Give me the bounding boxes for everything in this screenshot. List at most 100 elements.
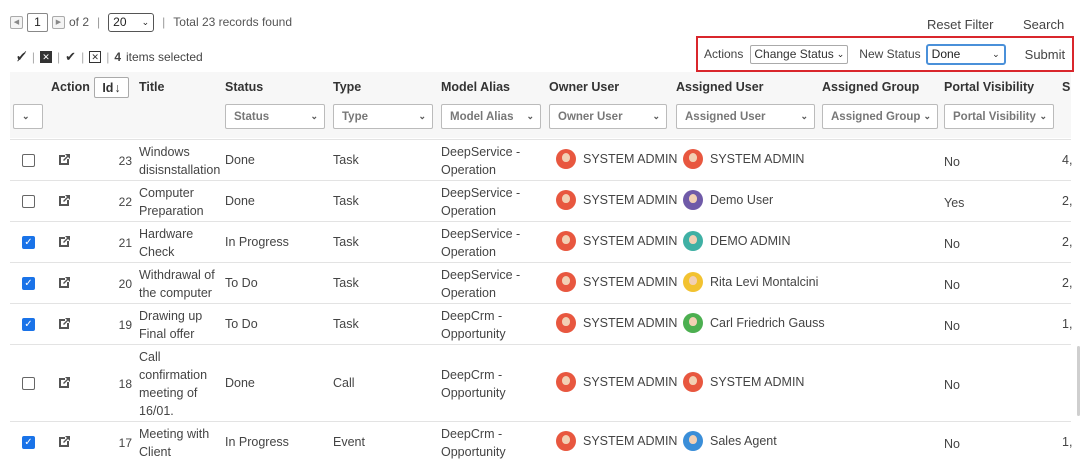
avatar — [556, 271, 576, 292]
avatar — [683, 430, 703, 451]
check-icon[interactable]: ✔ — [65, 49, 76, 65]
row-checkbox[interactable]: ✓ — [22, 235, 35, 249]
col-id: Id — [102, 80, 114, 95]
row-title-line: Final offer — [139, 326, 195, 341]
sort-down-icon: ↓ — [114, 80, 121, 95]
row-assigned-user: Demo User — [683, 189, 773, 210]
portal-visibility-filter-placeholder: Portal Visibility — [953, 110, 1036, 123]
row-title[interactable]: Call confirmation meeting of 16/01. — [139, 348, 221, 420]
col-assigned-user[interactable]: Assigned User — [676, 80, 764, 94]
table-header: Action Id ↓ Title Status Type Model Alia… — [10, 72, 1071, 102]
row-status: To Do — [225, 275, 258, 290]
page-size-select[interactable]: 20 ⌄ — [108, 12, 155, 32]
avatar — [556, 189, 576, 210]
next-page-icon[interactable]: ▶ — [52, 15, 65, 29]
row-extra: 2, — [1062, 234, 1072, 249]
owner-name: SYSTEM ADMIN — [583, 374, 678, 389]
col-portal-visibility[interactable]: Portal Visibility — [944, 80, 1034, 94]
portal-visibility-filter[interactable]: Portal Visibility ⌄ — [944, 104, 1054, 129]
row-filter-select[interactable]: ⌄ — [13, 104, 43, 129]
row-extra: 4, — [1062, 152, 1072, 167]
deselect-all-icon[interactable]: ✕ — [40, 51, 53, 63]
assigned-group-filter[interactable]: Assigned Group ⌄ — [822, 104, 938, 129]
chevron-down-icon: ⌄ — [836, 48, 845, 59]
selection-toolbar: ✔̸ | ✕ | ✔ | ✕ | 4 items selected — [16, 49, 203, 65]
edit-icon[interactable] — [56, 193, 72, 209]
edit-icon[interactable] — [56, 234, 72, 250]
edit-icon[interactable] — [56, 275, 72, 291]
owner-user-filter[interactable]: Owner User ⌄ — [549, 104, 667, 129]
model-alias-filter[interactable]: Model Alias ⌄ — [441, 104, 541, 129]
row-owner-user: SYSTEM ADMIN — [556, 230, 677, 251]
row-assigned-user: SYSTEM ADMIN — [683, 371, 804, 392]
row-title[interactable]: Hardware Check — [139, 225, 221, 261]
row-title-line: the computer — [139, 285, 212, 300]
row-title[interactable]: Computer Preparation — [139, 184, 221, 220]
model-alias-filter-placeholder: Model Alias — [450, 110, 514, 123]
page-count: of 2 — [69, 15, 90, 29]
assigned-user-filter[interactable]: Assigned User ⌄ — [676, 104, 815, 129]
row-checkbox[interactable] — [22, 153, 35, 167]
row-id: 18 — [118, 376, 132, 391]
assigned-user-filter-placeholder: Assigned User — [685, 110, 766, 123]
table-row: ✓ 17 Meeting with Client In Progress Event Dee… — [10, 421, 1072, 462]
col-model-alias[interactable]: Model Alias — [441, 80, 510, 94]
owner-name: SYSTEM ADMIN — [583, 315, 678, 330]
col-owner-user[interactable]: Owner User — [549, 80, 619, 94]
avatar — [683, 230, 703, 251]
edit-icon[interactable] — [56, 375, 72, 391]
row-title[interactable]: Drawing up Final offer — [139, 307, 221, 343]
chevron-down-icon: ⌄ — [652, 111, 660, 121]
row-type: Task — [333, 193, 359, 208]
divider: | — [162, 15, 166, 29]
row-checkbox[interactable]: ✓ — [22, 276, 35, 290]
row-checkbox[interactable]: ✓ — [22, 317, 35, 331]
row-portal-visibility: No — [944, 277, 960, 292]
row-owner-user: SYSTEM ADMIN — [556, 189, 677, 210]
divider: | — [106, 50, 110, 64]
row-title[interactable]: Windows disisnstallation — [139, 143, 221, 179]
row-checkbox[interactable] — [22, 194, 35, 208]
row-model-alias: DeepService - Operation — [441, 143, 520, 179]
col-extra: S — [1062, 80, 1071, 94]
edit-icon[interactable] — [56, 316, 72, 332]
type-filter[interactable]: Type ⌄ — [333, 104, 433, 129]
status-filter[interactable]: Status ⌄ — [225, 104, 325, 129]
edit-icon[interactable] — [56, 434, 72, 450]
col-status[interactable]: Status — [225, 80, 263, 94]
owner-name: SYSTEM ADMIN — [583, 274, 678, 289]
row-type: Task — [333, 275, 359, 290]
search-link[interactable]: Search — [1023, 17, 1064, 32]
row-title[interactable]: Withdrawal of the computer — [139, 266, 221, 302]
col-type[interactable]: Type — [333, 80, 361, 94]
chevron-down-icon: ⌄ — [141, 16, 150, 27]
page-size-value: 20 — [113, 15, 127, 29]
row-model-line: DeepCrm - — [441, 308, 503, 323]
row-title[interactable]: Meeting with Client — [139, 425, 221, 461]
reset-filter-link[interactable]: Reset Filter — [927, 17, 993, 32]
col-assigned-group[interactable]: Assigned Group — [822, 80, 919, 94]
col-title[interactable]: Title — [139, 80, 164, 94]
row-title-line: meeting of — [139, 385, 198, 400]
row-title-line: Windows — [139, 144, 190, 159]
prev-page-icon[interactable]: ◀ — [10, 15, 23, 29]
new-status-value: Done — [931, 47, 961, 61]
vertical-scrollbar[interactable] — [1077, 346, 1080, 416]
avatar — [683, 148, 703, 169]
col-id-sort[interactable]: Id ↓ — [94, 77, 129, 98]
uncheck-icon[interactable]: ✕ — [89, 51, 102, 63]
row-title-line: disisnstallation — [139, 162, 221, 177]
row-checkbox[interactable]: ✓ — [22, 435, 35, 449]
row-title-line: 16/01. — [139, 403, 174, 418]
row-title-line: Computer — [139, 185, 194, 200]
row-checkbox[interactable] — [22, 376, 35, 390]
select-all-icon[interactable]: ✔̸ — [16, 49, 27, 65]
owner-user-filter-placeholder: Owner User — [558, 110, 623, 123]
row-owner-user: SYSTEM ADMIN — [556, 312, 678, 333]
submit-button[interactable]: Submit — [1025, 47, 1065, 62]
chevron-down-icon: ⌄ — [418, 111, 426, 121]
edit-icon[interactable] — [56, 152, 72, 168]
action-select[interactable]: Change Status ⌄ — [750, 44, 849, 64]
new-status-select[interactable]: Done ⌄ — [925, 43, 1006, 65]
page-input[interactable]: 1 — [27, 12, 48, 32]
